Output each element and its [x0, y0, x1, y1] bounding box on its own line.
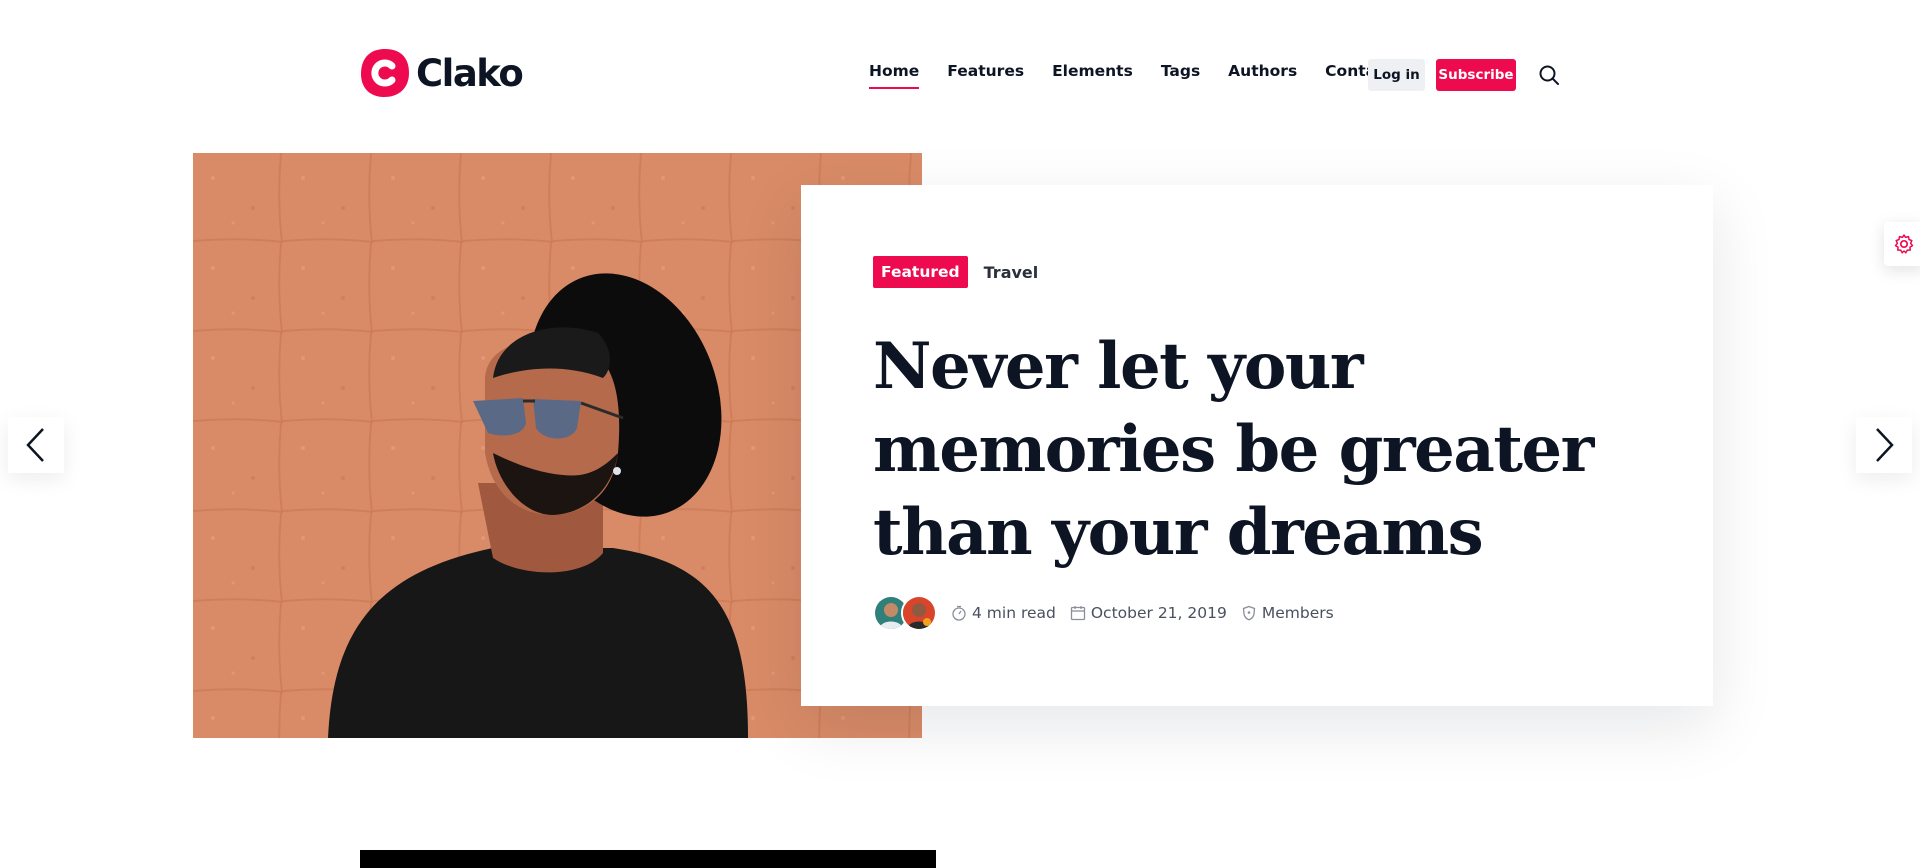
post-access-text: Members [1261, 604, 1334, 622]
search-icon[interactable] [1538, 64, 1560, 86]
post-access: Members [1241, 604, 1334, 622]
slider-next-button[interactable] [1856, 417, 1912, 473]
nav-tags[interactable]: Tags [1161, 62, 1200, 80]
stopwatch-icon [952, 605, 966, 621]
slider-prev-button[interactable] [8, 417, 64, 473]
main-nav: Home Features Elements Tags Authors Cont… [869, 62, 1421, 89]
login-button[interactable]: Log in [1368, 59, 1425, 91]
calendar-icon [1070, 606, 1086, 621]
next-post-image[interactable] [360, 850, 936, 868]
post-date-text: October 21, 2019 [1090, 604, 1227, 622]
chevron-left-icon [26, 428, 44, 462]
author-avatars [873, 595, 937, 631]
post-tags: Featured Travel [873, 256, 1038, 288]
nav-features[interactable]: Features [947, 62, 1024, 80]
chevron-right-icon [1876, 428, 1894, 462]
read-time-text: 4 min read [972, 604, 1056, 622]
logo-text: Clako [416, 51, 524, 95]
nav-home[interactable]: Home [869, 62, 920, 89]
logo-c-icon [361, 49, 409, 97]
post-date: October 21, 2019 [1070, 604, 1227, 622]
tag-featured[interactable]: Featured [873, 256, 968, 288]
post-meta: 4 min read October 21, 2019 Members [873, 595, 1348, 631]
hero-card: Featured Travel Never let your memories … [801, 185, 1713, 706]
avatar[interactable] [901, 595, 937, 631]
shield-icon [1242, 605, 1256, 621]
subscribe-button[interactable]: Subscribe [1436, 59, 1516, 91]
site-logo[interactable]: Clako [359, 47, 524, 99]
settings-tab[interactable] [1884, 222, 1920, 266]
post-title[interactable]: Never let your memories be greater than … [873, 325, 1663, 574]
nav-elements[interactable]: Elements [1052, 62, 1133, 80]
nav-authors[interactable]: Authors [1228, 62, 1297, 80]
gear-icon [1894, 234, 1914, 254]
site-header: Clako Home Features Elements Tags Author… [0, 0, 1920, 150]
read-time: 4 min read [951, 604, 1056, 622]
tag-travel[interactable]: Travel [984, 263, 1039, 282]
